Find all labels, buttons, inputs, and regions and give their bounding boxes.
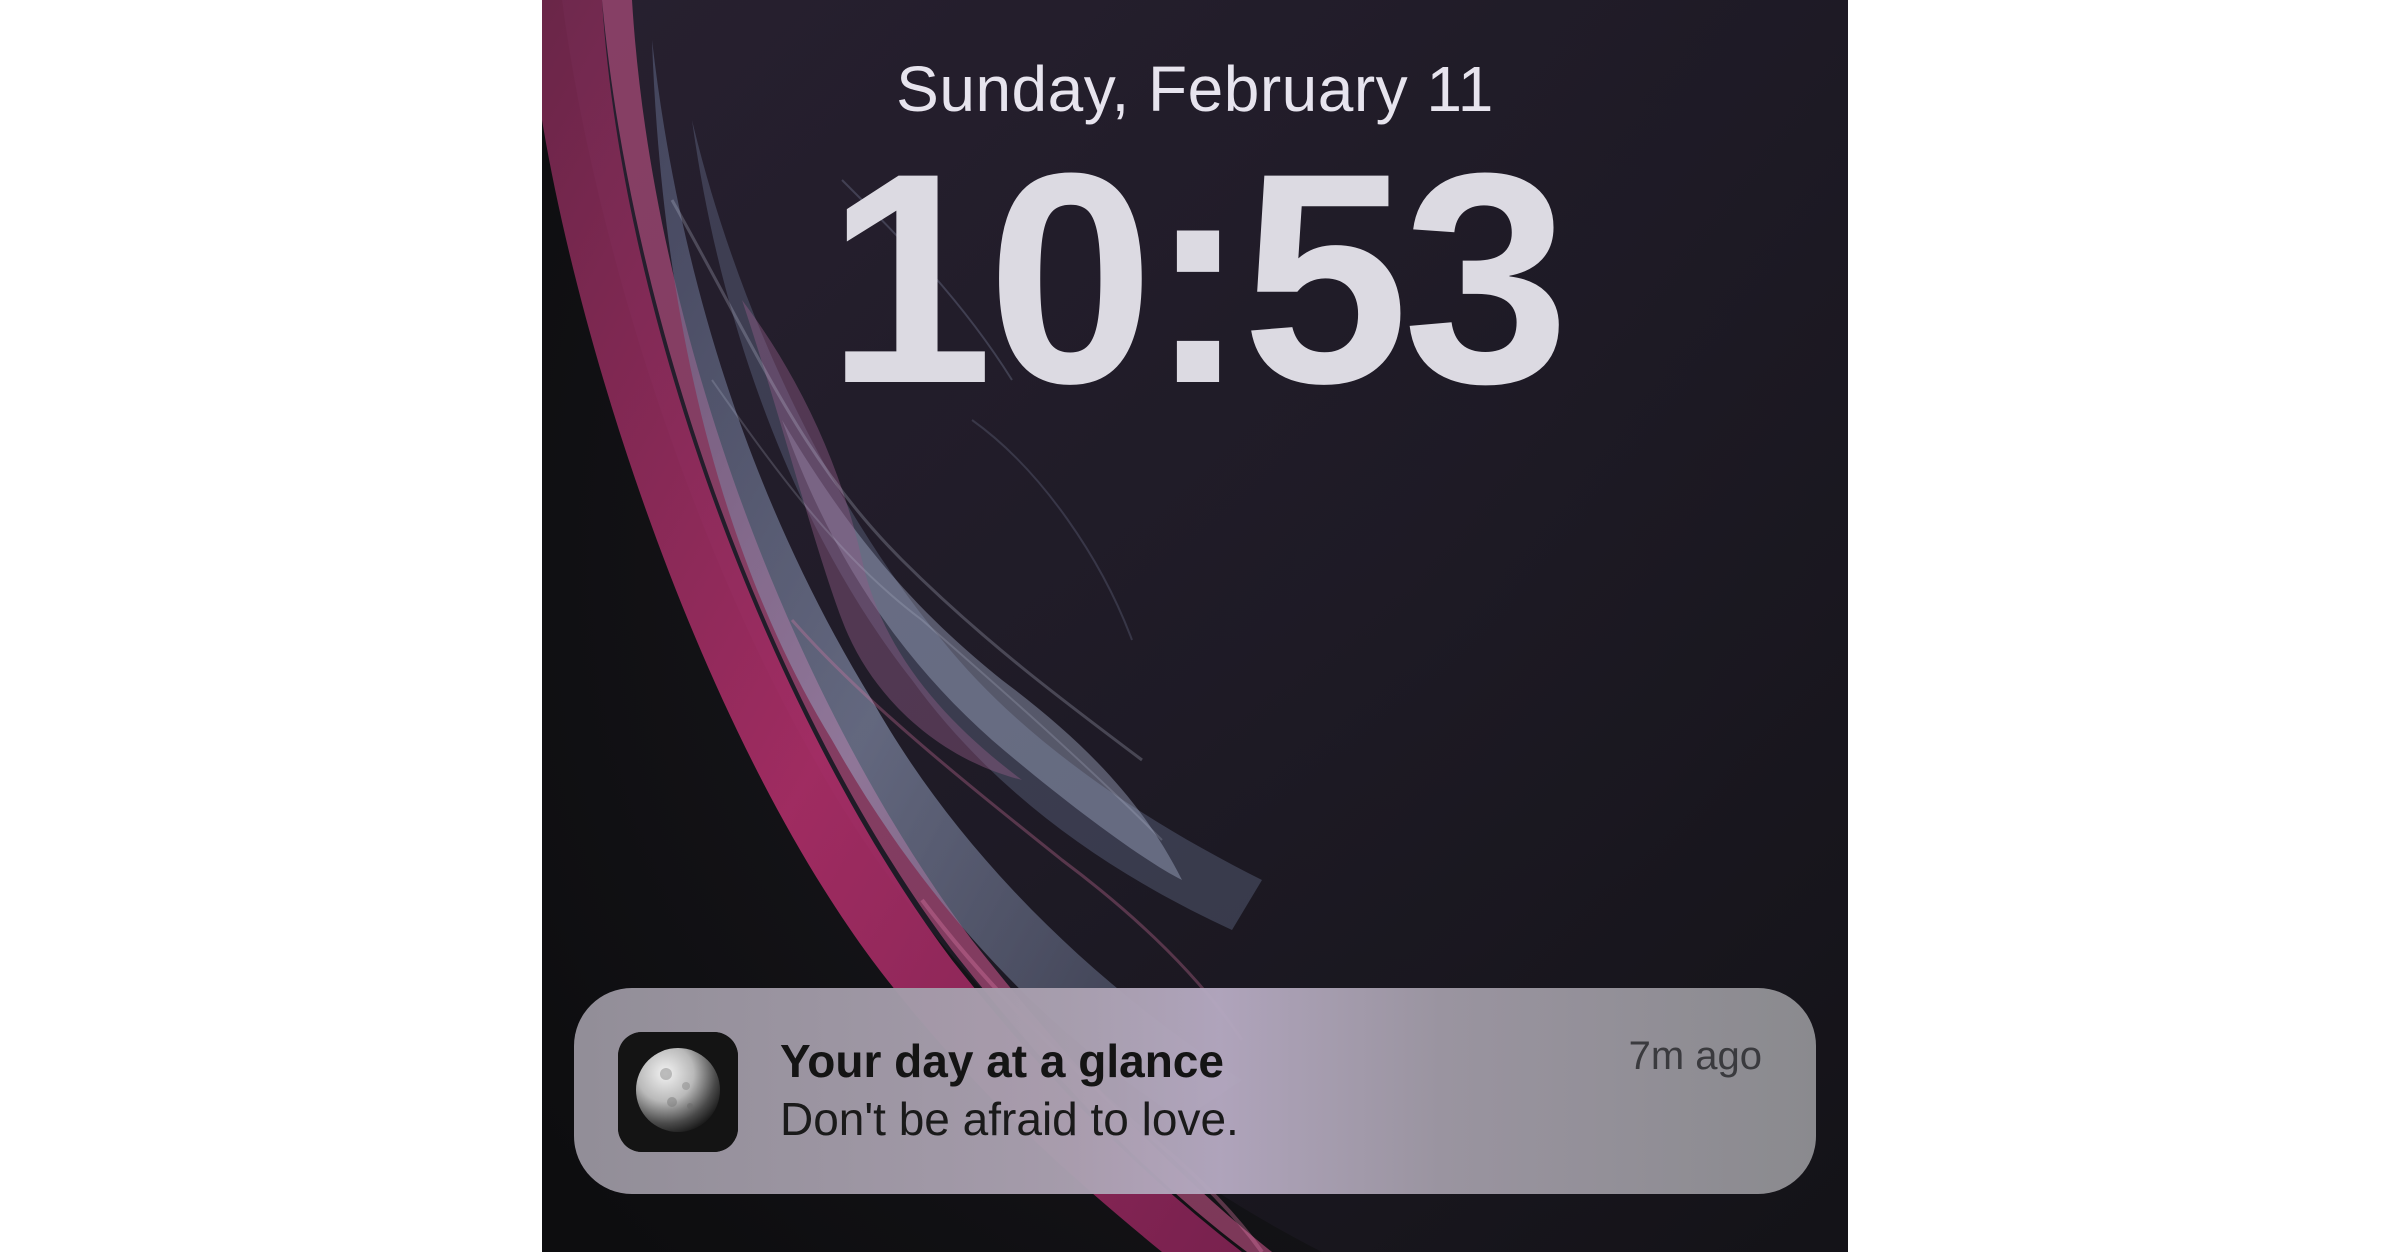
- moon-icon: [618, 1032, 738, 1152]
- notification-body: Don't be afraid to love.: [780, 1093, 1239, 1145]
- lock-screen-clock: 10:53: [826, 110, 1569, 446]
- notification-card[interactable]: Your day at a glance Don't be afraid to …: [574, 988, 1816, 1194]
- notification-timestamp: 7m ago: [1628, 1034, 1762, 1078]
- notification-title: Your day at a glance: [780, 1035, 1224, 1087]
- lock-screen: Sunday, February 11 10:53 Your day at a …: [542, 0, 1848, 1252]
- page: Sunday, February 11 10:53 Your day at a …: [0, 0, 2389, 1252]
